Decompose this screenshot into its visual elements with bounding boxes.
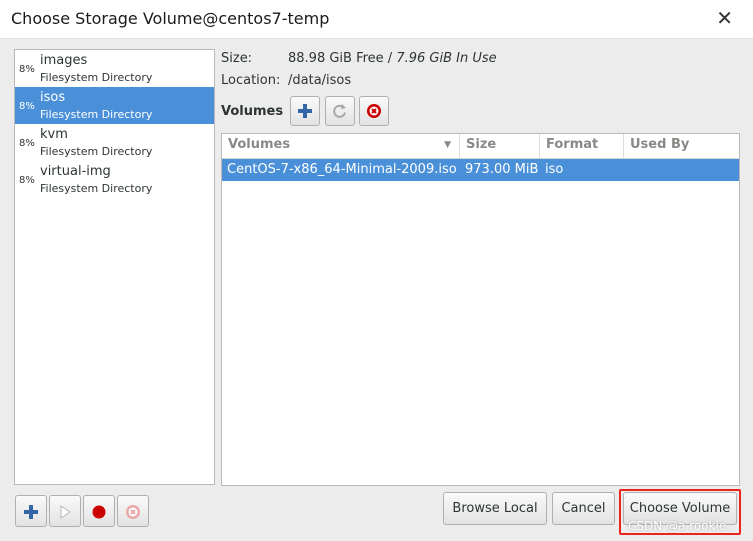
- pool-name: images: [40, 53, 88, 68]
- stop-icon: [92, 505, 106, 519]
- plus-icon: [298, 104, 312, 118]
- location-label: Location:: [221, 73, 281, 88]
- volume-size: 973.00 MiB: [465, 162, 539, 177]
- browse-local-button[interactable]: Browse Local: [443, 492, 547, 525]
- pool-name: virtual-img: [40, 164, 111, 179]
- column-header-size[interactable]: Size: [460, 134, 540, 158]
- pool-usage: 8%: [19, 64, 35, 75]
- window-title: Choose Storage Volume@centos7-temp: [11, 9, 330, 28]
- refresh-icon: [333, 104, 346, 118]
- pool-type: Filesystem Directory: [40, 145, 153, 158]
- watermark: CSDN @a rookie.: [628, 519, 731, 533]
- table-row[interactable]: CentOS-7-x86_64-Minimal-2009.iso 973.00 …: [222, 159, 739, 181]
- column-header-used-by[interactable]: Used By: [624, 134, 739, 158]
- start-pool-button[interactable]: [49, 495, 81, 527]
- pool-usage: 8%: [19, 138, 35, 149]
- pool-name: kvm: [40, 127, 68, 142]
- delete-icon: [126, 505, 140, 519]
- stop-pool-button[interactable]: [83, 495, 115, 527]
- volume-name: CentOS-7-x86_64-Minimal-2009.iso: [227, 162, 457, 177]
- close-icon[interactable]: ✕: [716, 6, 733, 30]
- pool-item-isos[interactable]: 8% isos Filesystem Directory: [15, 87, 214, 124]
- pool-item-kvm[interactable]: 8% kvm Filesystem Directory: [15, 124, 214, 161]
- size-separator: /: [383, 51, 397, 66]
- pool-name: isos: [40, 90, 66, 105]
- column-header-volumes[interactable]: Volumes ▼: [222, 134, 460, 158]
- volume-format: iso: [545, 162, 564, 177]
- title-bar: Choose Storage Volume@centos7-temp ✕: [0, 0, 753, 39]
- sort-down-icon: ▼: [444, 140, 451, 150]
- table-header: Volumes ▼ Size Format Used By: [222, 134, 739, 159]
- pool-type: Filesystem Directory: [40, 108, 153, 121]
- location-value: /data/isos: [288, 73, 352, 88]
- volume-used-by: [624, 159, 739, 181]
- pool-list: 8% images Filesystem Directory 8% isos F…: [14, 49, 215, 485]
- size-value: 88.98 GiB Free / 7.96 GiB In Use: [288, 51, 497, 66]
- size-info: Size: 88.98 GiB Free / 7.96 GiB In Use: [221, 51, 497, 66]
- play-icon: [60, 505, 71, 519]
- delete-pool-button[interactable]: [117, 495, 149, 527]
- size-label: Size:: [221, 51, 253, 66]
- pool-type: Filesystem Directory: [40, 182, 153, 195]
- delete-volume-button[interactable]: [359, 96, 389, 126]
- column-header-format[interactable]: Format: [540, 134, 624, 158]
- dialog-content: 8% images Filesystem Directory 8% isos F…: [0, 39, 753, 541]
- delete-icon: [367, 104, 381, 118]
- size-free: 88.98 GiB Free: [288, 51, 384, 66]
- plus-icon: [24, 505, 38, 519]
- pool-item-images[interactable]: 8% images Filesystem Directory: [15, 50, 214, 87]
- volumes-table: Volumes ▼ Size Format Used By CentOS-7-x8…: [221, 133, 740, 486]
- volumes-label: Volumes: [221, 104, 284, 119]
- location-info: Location: /data/isos: [221, 73, 351, 88]
- pool-usage: 8%: [19, 101, 35, 112]
- pool-usage: 8%: [19, 175, 35, 186]
- refresh-volumes-button[interactable]: [325, 96, 355, 126]
- cancel-button[interactable]: Cancel: [552, 492, 615, 525]
- pool-item-virtual-img[interactable]: 8% virtual-img Filesystem Directory: [15, 161, 214, 198]
- add-pool-button[interactable]: [15, 495, 47, 527]
- size-used: 7.96 GiB In Use: [396, 51, 497, 66]
- pool-type: Filesystem Directory: [40, 71, 153, 84]
- add-volume-button[interactable]: [290, 96, 320, 126]
